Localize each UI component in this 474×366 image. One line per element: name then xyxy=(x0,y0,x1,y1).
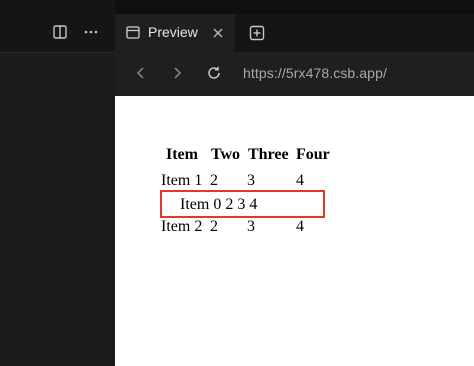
left-panel xyxy=(0,0,115,366)
close-icon[interactable] xyxy=(211,26,225,40)
table-cell: 4 xyxy=(296,218,304,235)
table-cell: Item 2 xyxy=(161,218,203,235)
table-cell: 3 xyxy=(247,172,255,189)
tab-bar: Preview xyxy=(115,0,474,52)
table-cell: Item 1 xyxy=(161,172,203,189)
left-divider xyxy=(0,52,115,53)
url-input[interactable]: https://5rx478.csb.app/ xyxy=(243,65,387,81)
table-cell: 4 xyxy=(296,172,304,189)
preview-pane: Item Two Three Four Item 1 2 3 4 Item 0 … xyxy=(115,96,474,366)
back-button[interactable] xyxy=(133,65,149,81)
address-bar: https://5rx478.csb.app/ xyxy=(115,52,474,96)
table-header-item: Item xyxy=(166,146,198,163)
forward-button[interactable] xyxy=(169,65,185,81)
table-header-four: Four xyxy=(296,146,330,163)
new-tab-button[interactable] xyxy=(249,25,265,41)
table-header-three: Three xyxy=(248,146,289,163)
reload-button[interactable] xyxy=(206,65,222,81)
table-cell: 2 xyxy=(210,172,218,189)
table-cell-merged: Item 0 2 3 4 xyxy=(180,196,258,213)
tab-label: Preview xyxy=(148,24,198,40)
table-header-two: Two xyxy=(211,146,241,163)
tab-bar-strip xyxy=(115,0,474,14)
more-icon[interactable] xyxy=(83,24,99,40)
split-panel-icon[interactable] xyxy=(52,24,68,40)
browser-window-icon xyxy=(126,26,140,39)
tab-preview[interactable]: Preview xyxy=(115,14,235,52)
table-cell: 2 xyxy=(210,218,218,235)
table-cell: 3 xyxy=(247,218,255,235)
